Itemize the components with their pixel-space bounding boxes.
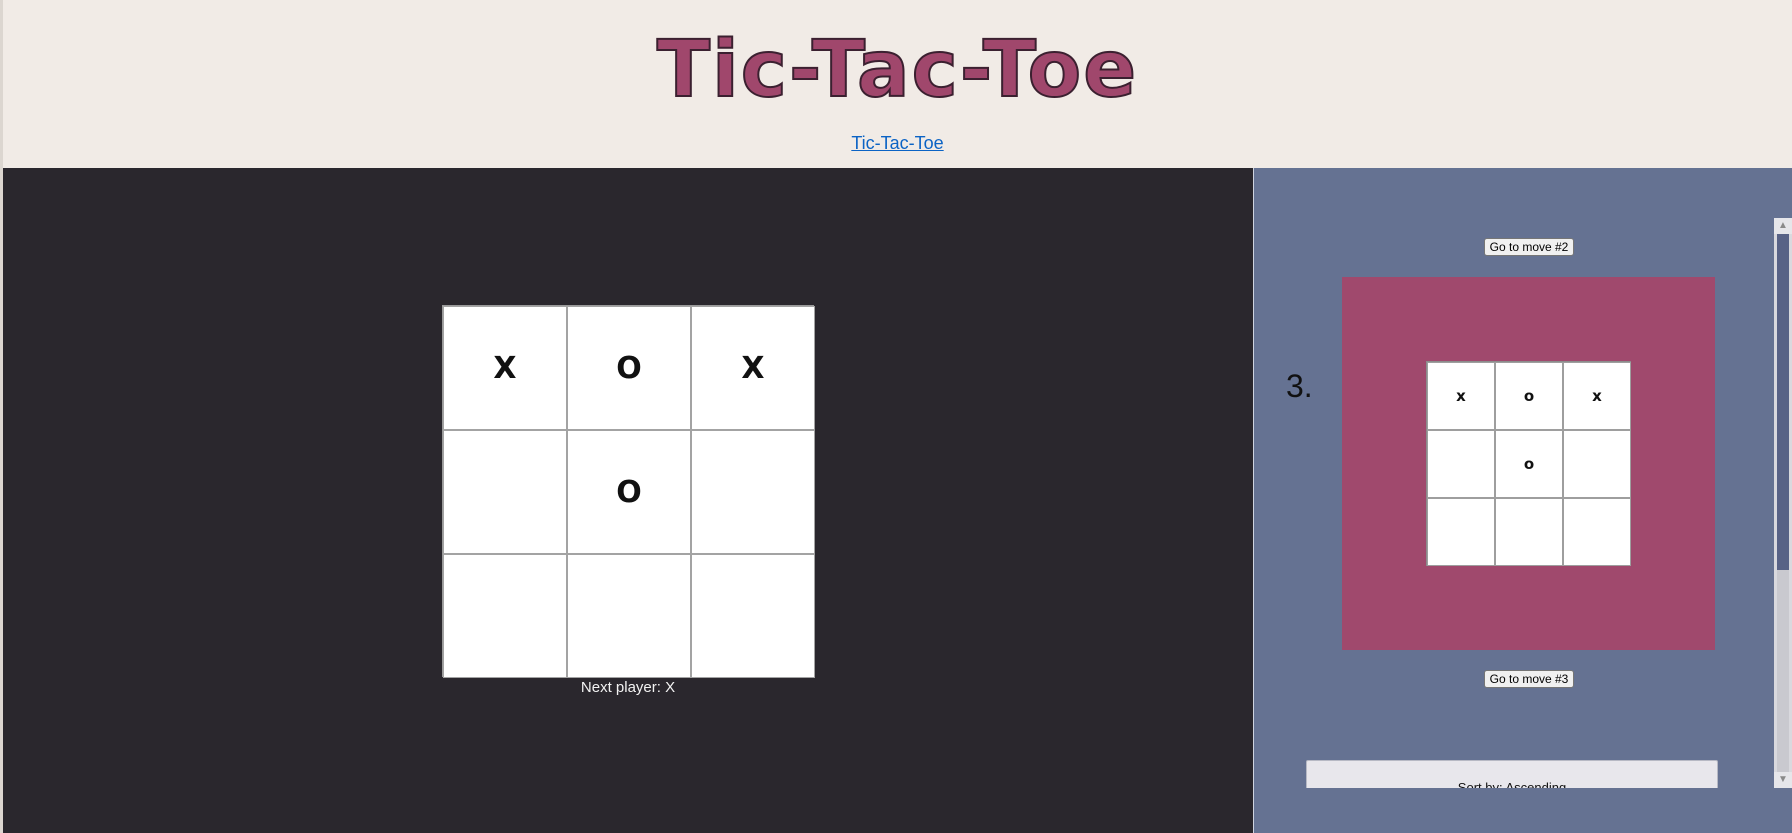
title-link[interactable]: Tic-Tac-Toe <box>3 133 1792 154</box>
mini-board-cell <box>1427 498 1495 566</box>
move-index-label: 3. <box>1286 368 1313 404</box>
mini-board-cell: x <box>1427 362 1495 430</box>
go-to-move-3-button[interactable]: Go to move #3 <box>1484 670 1574 688</box>
game-area: X O X O Next player: X <box>3 168 1253 833</box>
game-board: X O X O <box>442 305 815 678</box>
board-preview: x o x o <box>1342 277 1715 650</box>
mini-board-cell <box>1563 430 1631 498</box>
mini-board-cell: o <box>1495 430 1563 498</box>
move-history-panel: Go to move #2 3. x o x o Go to move #3 S… <box>1254 168 1792 833</box>
mini-board-cell <box>1427 430 1495 498</box>
scrollbar-thumb[interactable] <box>1777 570 1789 772</box>
go-to-move-2-button[interactable]: Go to move #2 <box>1484 238 1574 256</box>
board-cell[interactable] <box>691 554 815 678</box>
board-cell[interactable]: O <box>567 430 691 554</box>
sort-order-button[interactable]: Sort by: Ascending <box>1306 760 1718 788</box>
mini-board-cell: x <box>1563 362 1631 430</box>
mini-board-cell: o <box>1495 362 1563 430</box>
scroll-up-arrow-icon[interactable]: ▲ <box>1774 218 1792 234</box>
board-cell[interactable] <box>567 554 691 678</box>
page-title: Tic-Tac-Toe <box>656 24 1139 116</box>
move-history-list[interactable]: Go to move #2 3. x o x o Go to move #3 S… <box>1254 218 1774 788</box>
history-scrollbar[interactable]: ▲ ▼ <box>1774 218 1792 788</box>
board-cell[interactable] <box>443 554 567 678</box>
next-player-status: Next player: X <box>580 679 676 696</box>
page-header: Tic-Tac-Toe Tic-Tac-Toe <box>3 0 1792 168</box>
board-cell[interactable]: X <box>691 306 815 430</box>
mini-board-cell <box>1495 498 1563 566</box>
board-cell[interactable] <box>443 430 567 554</box>
scroll-down-arrow-icon[interactable]: ▼ <box>1774 772 1792 788</box>
board-cell[interactable]: O <box>567 306 691 430</box>
board-cell[interactable] <box>691 430 815 554</box>
mini-board: x o x o <box>1426 361 1631 566</box>
mini-board-cell <box>1563 498 1631 566</box>
board-cell[interactable]: X <box>443 306 567 430</box>
